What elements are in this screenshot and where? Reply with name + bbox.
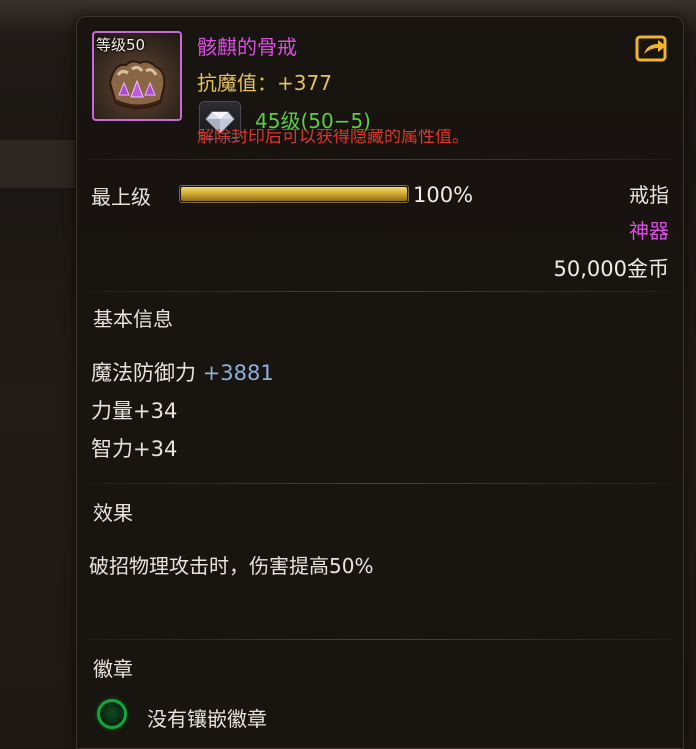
item-level-badge: 等级50: [96, 36, 146, 54]
emblem-empty-text: 没有镶嵌徽章: [147, 707, 267, 731]
divider: [87, 639, 673, 640]
emblem-slot-icon[interactable]: [97, 699, 127, 729]
item-rarity: 神器: [629, 219, 669, 243]
item-type: 戒指: [629, 183, 669, 207]
magic-defense-attr: 魔法防御力 +3881: [91, 357, 274, 387]
item-icon-frame: 等级50: [92, 31, 182, 121]
divider: [87, 159, 673, 160]
emblem-title: 徽章: [93, 657, 133, 681]
item-tooltip-panel: 等级50 骸麒的骨戒 抗魔值：+377 45级(50−5) 解除封印后可以获得隐…: [76, 16, 684, 749]
background-side-tab: [0, 140, 75, 188]
effect-title: 效果: [93, 501, 133, 525]
effect-description: 破招物理攻击时，伤害提高50%: [89, 554, 374, 578]
upgrade-progress-bar: [179, 185, 409, 203]
item-stat-line: 抗魔值：+377: [197, 71, 332, 95]
divider: [87, 483, 673, 484]
seal-hint-text: 解除封印后可以获得隐藏的属性值。: [197, 129, 469, 146]
share-arrow-icon[interactable]: [635, 33, 669, 63]
item-price: 50,000金币: [553, 257, 669, 281]
upgrade-percent: 100%: [413, 183, 474, 207]
upgrade-progress-fill: [181, 187, 407, 201]
item-name: 骸麒的骨戒: [197, 35, 297, 59]
magic-defense-value: +3881: [202, 361, 274, 385]
divider: [87, 291, 673, 292]
magic-defense-label: 魔法防御力: [91, 361, 203, 385]
basic-info-title: 基本信息: [93, 307, 173, 331]
strength-attr: 力量+34: [91, 399, 178, 423]
bone-fist-ring-icon: [107, 60, 167, 113]
upgrade-grade-label: 最上级: [91, 185, 151, 209]
intelligence-attr: 智力+34: [91, 437, 178, 461]
